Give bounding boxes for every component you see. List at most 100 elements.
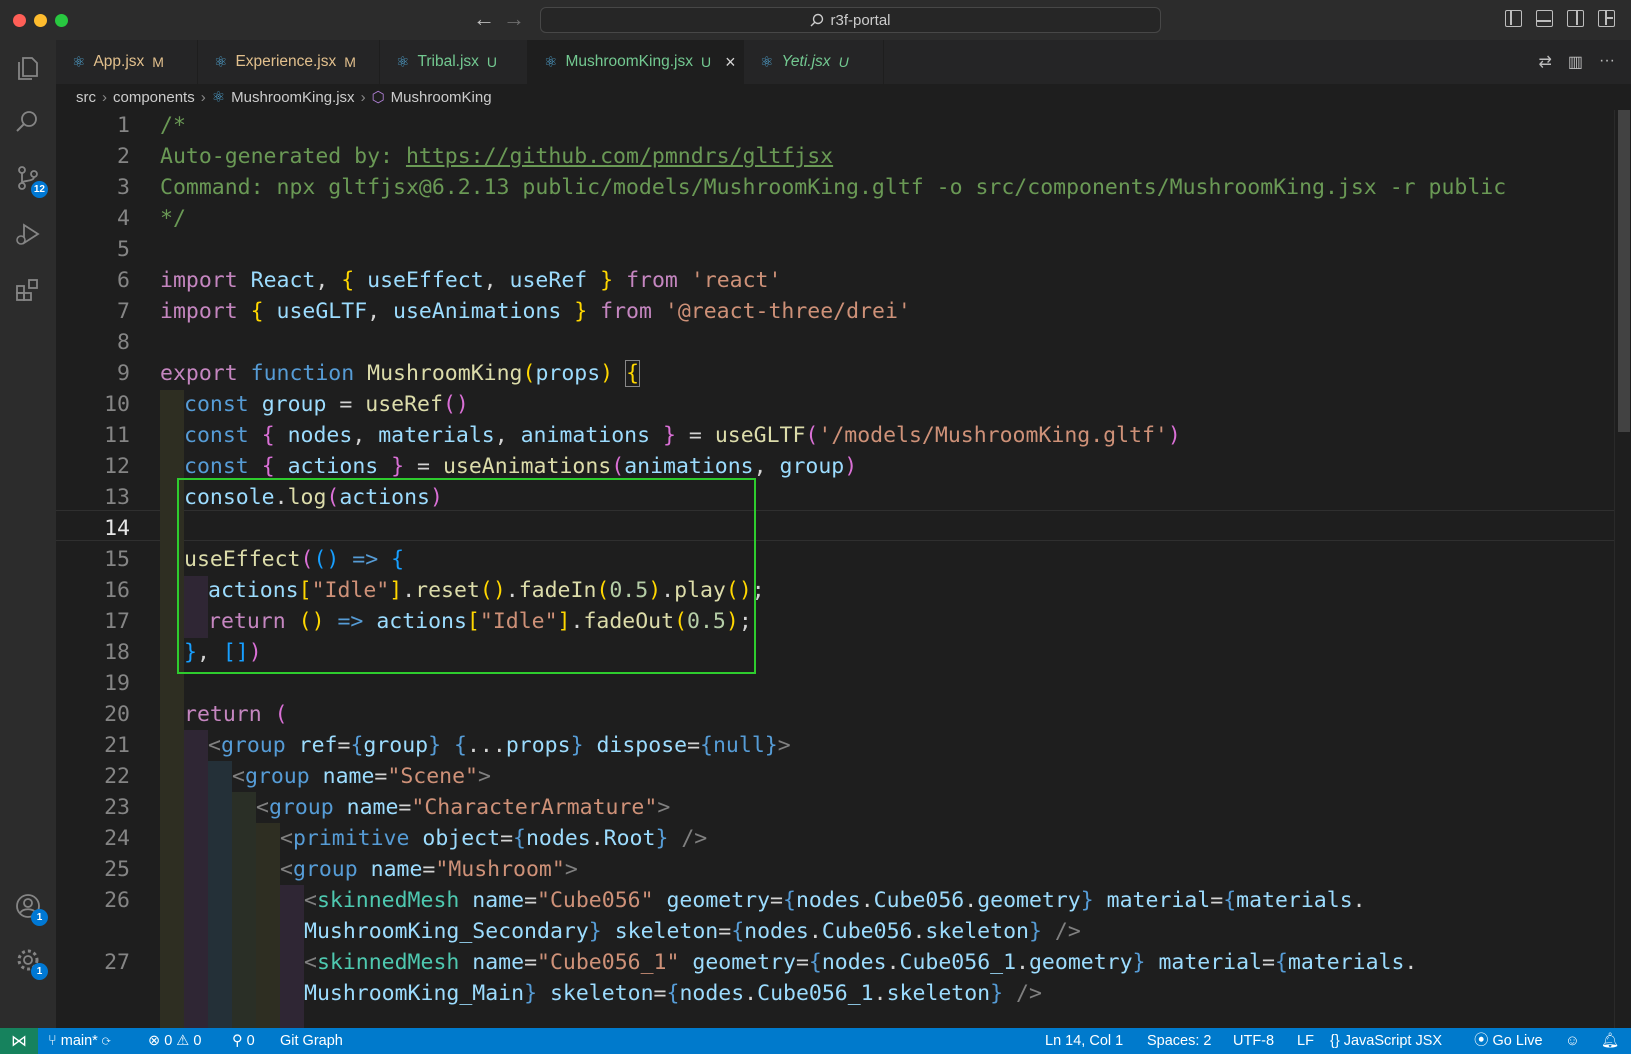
tab-label: Experience.jsx <box>235 53 337 70</box>
code-line: <primitive object={nodes.Root} /> <box>280 826 708 851</box>
split-editor-icon[interactable]: ▥ <box>1568 52 1583 72</box>
line-number: 23 <box>104 795 130 820</box>
customize-layout-icon[interactable] <box>1598 10 1615 27</box>
extensions-icon[interactable] <box>14 276 42 304</box>
remote-indicator-icon[interactable]: ⋈ <box>0 1028 38 1054</box>
code-line: export function MushroomKing(props) { <box>160 360 641 387</box>
token: '/models/MushroomKing.gltf' <box>818 423 1168 448</box>
code-editor[interactable]: 1 2 3 4 5 6 7 8 9 10 11 12 13 14 15 16 1… <box>56 110 1614 1028</box>
token: "Scene" <box>387 764 478 789</box>
notifications-bell-icon[interactable]: 🔔︎ <box>1601 1028 1619 1054</box>
code-line: <group name="Mushroom"> <box>280 857 578 882</box>
close-window-button[interactable] <box>13 14 26 27</box>
token: skinnedMesh <box>316 888 460 913</box>
token: ref <box>298 733 338 758</box>
indentation-status[interactable]: Spaces: 2 <box>1147 1028 1212 1054</box>
tab-tribal-jsx[interactable]: ⚛ Tribal.jsx U <box>380 40 528 84</box>
token: null <box>712 733 765 758</box>
tab-mushroomking-jsx[interactable]: ⚛ MushroomKing.jsx U × <box>528 40 744 84</box>
token: name <box>472 950 525 975</box>
language-label: JavaScript JSX <box>1343 1033 1443 1049</box>
token: dispose <box>596 733 688 758</box>
zoom-window-button[interactable] <box>55 14 68 27</box>
run-debug-icon[interactable] <box>14 220 42 248</box>
line-number: 15 <box>104 547 130 572</box>
token: import <box>160 268 238 293</box>
token: import <box>160 299 238 324</box>
react-icon: ⚛ <box>72 54 86 71</box>
back-arrow-icon[interactable]: ← <box>473 8 495 30</box>
scrollbar-thumb[interactable] <box>1618 110 1630 432</box>
token: Root <box>603 826 656 851</box>
token: useAnimations <box>393 299 562 324</box>
minimize-window-button[interactable] <box>34 14 47 27</box>
token: material <box>1106 888 1211 913</box>
token: return <box>184 702 262 727</box>
tab-label: Yeti.jsx <box>781 53 831 70</box>
comment-link[interactable]: https://github.com/pmndrs/gltfjsx <box>406 144 833 169</box>
token: nodes <box>525 826 591 851</box>
token: name <box>346 795 399 820</box>
encoding-status[interactable]: UTF-8 <box>1233 1028 1274 1054</box>
token: useAnimations <box>442 454 612 479</box>
more-actions-icon[interactable]: ··· <box>1599 52 1615 72</box>
react-icon: ⚛ <box>760 54 774 71</box>
code-line: const { nodes, materials, animations } =… <box>184 423 1181 448</box>
line-number: 10 <box>104 392 130 417</box>
line-number: 5 <box>117 237 130 262</box>
settings-gear-icon[interactable]: 1 <box>14 946 48 980</box>
cursor-position[interactable]: Ln 14, Col 1 <box>1045 1028 1123 1054</box>
warning-icon: ⚠ <box>176 1033 190 1049</box>
sync-icon: ⟳ <box>101 1033 111 1049</box>
problems-status[interactable]: ⊗ 0 ⚠ 0 <box>148 1028 201 1054</box>
source-control-icon[interactable]: 12 <box>14 164 48 198</box>
ports-status[interactable]: ⚲ 0 <box>232 1028 255 1054</box>
token: nodes <box>679 981 745 1006</box>
branch-status[interactable]: ⑂ main* ⟳ <box>48 1028 111 1054</box>
tab-app-jsx[interactable]: ⚛ App.jsx M <box>56 40 198 84</box>
eol-status[interactable]: LF <box>1297 1028 1314 1054</box>
code-line: <skinnedMesh name="Cube056_1" geometry={… <box>304 950 1418 975</box>
tab-experience-jsx[interactable]: ⚛ Experience.jsx M <box>198 40 380 84</box>
tab-yeti-jsx[interactable]: ⚛ Yeti.jsx U <box>744 40 884 84</box>
token: nodes <box>744 919 809 944</box>
search-icon[interactable] <box>14 108 42 136</box>
accounts-icon[interactable]: 1 <box>14 892 48 926</box>
forward-arrow-icon[interactable]: → <box>503 8 525 30</box>
feedback-icon[interactable]: ☺ <box>1565 1028 1580 1054</box>
code-line-wrapped: MushroomKing_Secondary} skeleton={nodes.… <box>304 919 1081 944</box>
token: Cube056 <box>873 888 965 913</box>
breadcrumb-components[interactable]: components <box>113 89 195 106</box>
toggle-secondary-sidebar-icon[interactable] <box>1567 10 1584 27</box>
token: MushroomKing_Main <box>304 981 525 1006</box>
react-icon: ⚛ <box>544 54 558 71</box>
chevron-right-icon: › <box>360 88 366 106</box>
breadcrumb: src › components › ⚛ MushroomKing.jsx › … <box>56 84 1631 110</box>
code-line-wrapped: MushroomKing_Main} skeleton={nodes.Cube0… <box>304 981 1042 1006</box>
token: props <box>535 361 601 386</box>
git-graph-button[interactable]: Git Graph <box>280 1028 343 1054</box>
compare-changes-icon[interactable]: ⇄ <box>1538 52 1551 72</box>
breadcrumb-src[interactable]: src <box>76 89 96 106</box>
toggle-primary-sidebar-icon[interactable] <box>1505 10 1522 27</box>
close-tab-icon[interactable]: × <box>725 52 736 73</box>
chevron-right-icon: › <box>200 88 206 106</box>
error-icon: ⊗ <box>148 1033 161 1049</box>
token: "CharacterArmature" <box>411 795 658 820</box>
toggle-panel-icon[interactable] <box>1536 10 1553 27</box>
go-live-button[interactable]: ⦿ Go Live <box>1474 1028 1543 1054</box>
tab-label: App.jsx <box>93 53 145 70</box>
activity-bar: 12 1 1 <box>0 40 56 1028</box>
command-center-search[interactable]: r3f-portal <box>540 7 1161 33</box>
explorer-icon[interactable] <box>14 54 42 82</box>
breadcrumb-file[interactable]: MushroomKing.jsx <box>231 89 354 106</box>
editor-scrollbar[interactable] <box>1614 110 1631 1028</box>
breadcrumb-symbol[interactable]: MushroomKing <box>391 89 492 106</box>
indent-guide <box>208 761 232 1028</box>
comment: Command: npx gltfjsx@6.2.13 public/model… <box>160 175 1507 200</box>
token: materials <box>1287 950 1405 975</box>
language-mode[interactable]: {} JavaScript JSX <box>1330 1028 1442 1054</box>
token: geometry <box>666 888 771 913</box>
token: export <box>160 361 238 386</box>
line-number: 3 <box>117 175 130 200</box>
